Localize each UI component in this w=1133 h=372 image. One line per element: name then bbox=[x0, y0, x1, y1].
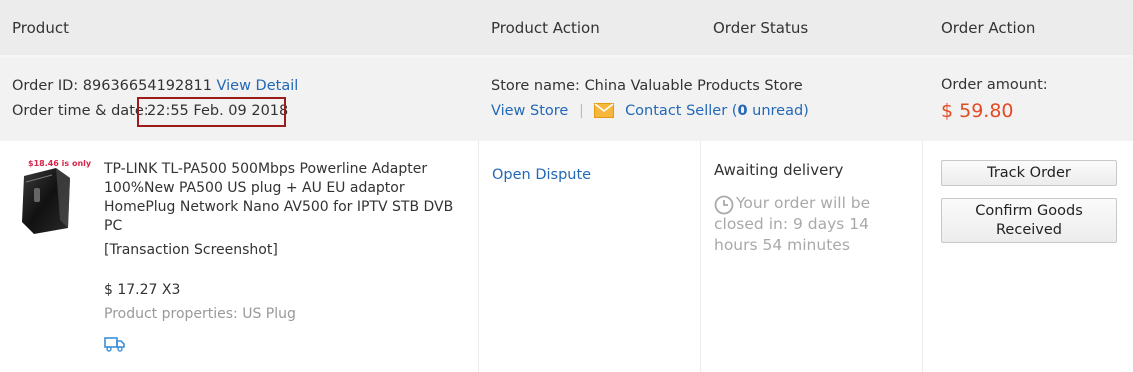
view-store-link[interactable]: View Store bbox=[491, 103, 568, 119]
column-header-order-action: Order Action bbox=[941, 19, 1036, 37]
column-divider bbox=[700, 141, 701, 372]
powerline-adapter-image bbox=[22, 168, 70, 234]
order-list: Product Product Action Order Status Orde… bbox=[0, 0, 1133, 372]
table-header: Product Product Action Order Status Orde… bbox=[0, 0, 1133, 57]
product-thumbnail[interactable]: $18.46 is only bbox=[16, 158, 91, 234]
order-close-countdown: Your order will be closed in: 9 days 14 … bbox=[714, 193, 914, 256]
column-header-product: Product bbox=[12, 19, 69, 37]
confirm-button-line-1: Confirm Goods bbox=[975, 203, 1083, 219]
order-id-label: Order ID: bbox=[12, 78, 79, 94]
store-name-label: Store name: bbox=[491, 78, 580, 94]
open-dispute-label[interactable]: Open Dispute bbox=[492, 167, 591, 183]
order-amount-value: $ 59.80 bbox=[941, 100, 1014, 122]
order-status-text: Awaiting delivery bbox=[714, 161, 844, 179]
product-title-link[interactable]: TP-LINK TL-PA500 500Mbps Powerline Adapt… bbox=[104, 160, 464, 236]
mail-icon bbox=[594, 103, 615, 122]
delivery-truck-icon bbox=[104, 336, 126, 356]
store-actions: View Store | Contact Seller (0 unread) bbox=[491, 103, 809, 122]
open-dispute-link[interactable]: Open Dispute bbox=[492, 167, 591, 183]
order-id-value: 89636654192811 bbox=[82, 78, 212, 94]
store-line: Store name: China Valuable Products Stor… bbox=[491, 78, 803, 94]
order-time-label: Order time & date: bbox=[12, 103, 149, 119]
column-header-product-action: Product Action bbox=[491, 19, 600, 37]
order-amount-label: Order amount: bbox=[941, 77, 1048, 93]
product-price-quantity: $ 17.27 X3 bbox=[104, 282, 181, 298]
confirm-goods-received-button[interactable]: Confirm Goods Received bbox=[941, 198, 1117, 243]
separator: | bbox=[578, 103, 584, 119]
countdown-text: Your order will be closed in: 9 days 14 … bbox=[714, 194, 871, 254]
order-id-line: Order ID: 89636654192811 View Detail bbox=[12, 78, 298, 94]
track-order-button[interactable]: Track Order bbox=[941, 160, 1117, 186]
unread-count: 0 bbox=[737, 103, 748, 119]
column-divider bbox=[922, 141, 923, 372]
transaction-screenshot-link[interactable]: [Transaction Screenshot] bbox=[104, 242, 278, 258]
contact-seller-link[interactable]: Contact Seller (0 unread) bbox=[625, 103, 809, 119]
time-highlight-box bbox=[137, 97, 286, 127]
view-detail-link[interactable]: View Detail bbox=[217, 78, 299, 94]
store-name-value: China Valuable Products Store bbox=[584, 78, 803, 94]
thumbnail-price-overlay: $18.46 is only bbox=[28, 159, 92, 168]
column-header-order-status: Order Status bbox=[713, 19, 809, 37]
confirm-button-line-2: Received bbox=[996, 222, 1062, 238]
order-time-line: Order time & date: bbox=[12, 103, 149, 119]
column-divider bbox=[478, 141, 479, 372]
product-properties: Product properties: US Plug bbox=[104, 306, 296, 322]
